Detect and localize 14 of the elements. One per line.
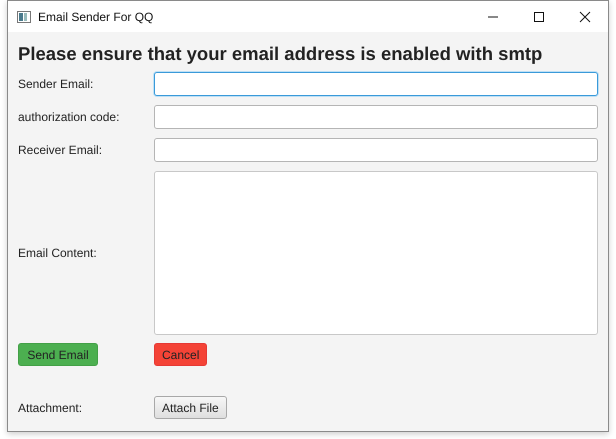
field-label: Receiver Email: (18, 143, 104, 157)
attach-file-button[interactable]: Attach File (154, 396, 227, 419)
field-label: authorization code: (18, 110, 120, 124)
cancel-button[interactable]: Cancel (154, 343, 208, 366)
send-button[interactable]: Send Email (18, 343, 98, 366)
field-label: Email Content: (18, 246, 98, 260)
heading: Please ensure that your email address is enabled with smtp (18, 42, 542, 66)
app-icon (17, 10, 31, 22)
input-field[interactable] (154, 138, 598, 162)
field-label: Attachment: (18, 400, 84, 414)
input-field[interactable] (154, 105, 598, 129)
input-field[interactable] (154, 72, 598, 96)
field-label: Sender Email: (18, 77, 94, 91)
window-title: Email Sender For QQ (38, 10, 154, 24)
